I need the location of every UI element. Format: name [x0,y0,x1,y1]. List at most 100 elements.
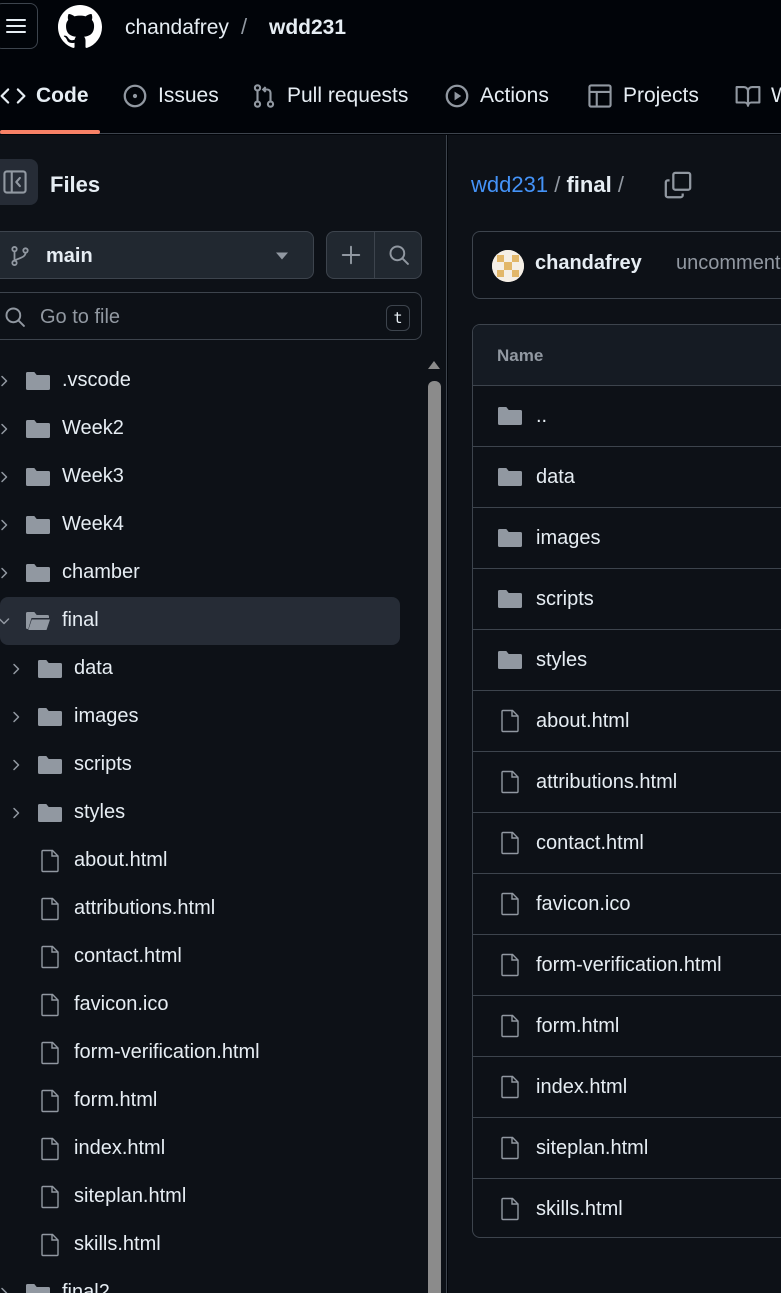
tab-pull-requests[interactable]: Pull requests [251,80,408,112]
tree-folder-item[interactable]: final [0,597,400,645]
tree-file-item[interactable]: index.html [0,1125,400,1173]
chevron-right-icon[interactable] [8,805,24,821]
chevron-right-icon[interactable] [0,421,12,437]
tree-folder-item[interactable]: scripts [0,741,400,789]
tree-folder-item[interactable]: final2 [0,1269,400,1293]
tab-issues[interactable]: Issues [122,80,219,112]
tree-item-label: final2 [62,1281,110,1293]
chevron-right-icon[interactable] [0,1285,12,1293]
search-code-button[interactable] [375,232,422,278]
tab-wiki-label: W [771,84,781,107]
avatar[interactable] [492,250,524,282]
file-name-link[interactable]: form-verification.html [536,954,722,977]
tree-item-label: siteplan.html [74,1185,187,1207]
chevron-right-icon[interactable] [8,661,24,677]
chevron-right-icon[interactable] [0,373,12,389]
folder-icon [497,404,523,428]
play-icon [444,83,470,109]
file-name-link[interactable]: contact.html [536,832,644,855]
add-file-button[interactable] [327,232,374,278]
tree-file-item[interactable]: favicon.ico [0,981,400,1029]
file-icon [497,953,523,977]
file-name-link[interactable]: styles [536,649,587,672]
tree-file-item[interactable]: siteplan.html [0,1173,400,1221]
tab-actions[interactable]: Actions [444,80,549,112]
file-name-link[interactable]: favicon.ico [536,893,631,916]
tab-pull-requests-label: Pull requests [287,84,409,107]
commit-author[interactable]: chandafrey [535,252,642,275]
file-name-link[interactable]: siteplan.html [536,1137,648,1160]
branch-name: main [46,245,93,267]
table-row[interactable]: form-verification.html [473,935,781,996]
tree-file-item[interactable]: skills.html [0,1221,400,1269]
chevron-right-icon[interactable] [8,757,24,773]
table-row[interactable]: contact.html [473,813,781,874]
triangle-down-icon [275,251,289,261]
hamburger-menu-button[interactable] [0,3,38,49]
table-row[interactable]: skills.html [473,1179,781,1237]
file-name-link[interactable]: about.html [536,710,629,733]
table-row[interactable]: .. [473,386,781,447]
tree-item-label: index.html [74,1137,166,1159]
git-pull-request-icon [251,83,277,109]
table-row[interactable]: attributions.html [473,752,781,813]
chevron-right-icon[interactable] [0,469,12,485]
tree-folder-item[interactable]: .vscode [0,357,400,405]
tree-item-label: form.html [74,1089,158,1111]
tab-code[interactable]: Code [0,80,89,112]
breadcrumb-repo-link[interactable]: wdd231 [471,172,548,197]
table-row[interactable]: siteplan.html [473,1118,781,1179]
tree-folder-item[interactable]: data [0,645,400,693]
table-row[interactable]: data [473,447,781,508]
table-body: .. data images scripts styles about.html attri… [473,386,781,1237]
tree-file-item[interactable]: form-verification.html [0,1029,400,1077]
tree-scrollbar[interactable] [422,357,446,1293]
scrollbar-thumb[interactable] [428,381,441,1293]
tab-projects-label: Projects [623,84,699,107]
chevron-right-icon[interactable] [0,517,12,533]
github-logo-icon[interactable] [58,5,102,49]
tree-item-label: .vscode [62,369,131,391]
file-name-link[interactable]: images [536,527,600,550]
table-row[interactable]: index.html [473,1057,781,1118]
collapse-sidebar-button[interactable] [0,159,38,205]
file-name-link[interactable]: .. [536,405,547,428]
tab-wiki[interactable]: W [735,80,781,112]
tree-folder-item[interactable]: Week4 [0,501,400,549]
file-name-link[interactable]: index.html [536,1076,627,1099]
chevron-down-icon[interactable] [0,613,12,629]
table-row[interactable]: form.html [473,996,781,1057]
tab-projects[interactable]: Projects [587,80,699,112]
book-icon [735,83,761,109]
repo-name-link[interactable]: wdd231 [269,16,346,40]
file-name-link[interactable]: scripts [536,588,594,611]
tree-folder-item[interactable]: images [0,693,400,741]
scroll-up-arrow-icon[interactable] [427,359,441,371]
table-row[interactable]: images [473,508,781,569]
tree-file-item[interactable]: contact.html [0,933,400,981]
tree-file-item[interactable]: attributions.html [0,885,400,933]
repo-owner-link[interactable]: chandafrey [125,16,229,40]
file-name-link[interactable]: form.html [536,1015,619,1038]
table-row[interactable]: about.html [473,691,781,752]
folder-icon [37,705,63,729]
tree-folder-item[interactable]: Week3 [0,453,400,501]
go-to-file-input[interactable]: Go to file t [0,292,422,340]
table-row[interactable]: favicon.ico [473,874,781,935]
tree-file-item[interactable]: about.html [0,837,400,885]
tab-code-label: Code [36,84,89,107]
file-name-link[interactable]: skills.html [536,1198,623,1221]
commit-message[interactable]: uncommented [676,252,781,275]
table-row[interactable]: styles [473,630,781,691]
tree-folder-item[interactable]: chamber [0,549,400,597]
file-name-link[interactable]: data [536,466,575,489]
file-name-link[interactable]: attributions.html [536,771,677,794]
tree-folder-item[interactable]: styles [0,789,400,837]
tree-folder-item[interactable]: Week2 [0,405,400,453]
table-row[interactable]: scripts [473,569,781,630]
chevron-right-icon[interactable] [0,565,12,581]
copy-path-button[interactable] [663,170,693,200]
tree-file-item[interactable]: form.html [0,1077,400,1125]
chevron-right-icon[interactable] [8,709,24,725]
branch-select-button[interactable]: main [0,231,314,279]
